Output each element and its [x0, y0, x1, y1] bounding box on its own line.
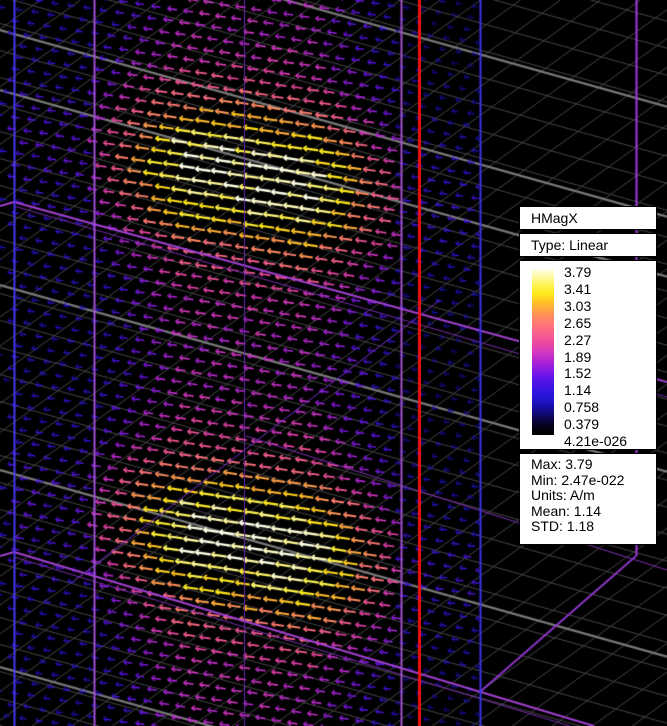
- scale-label: 2.65: [564, 315, 591, 331]
- legend-stat-row: STD: 1.18: [531, 519, 656, 535]
- scale-label: 0.758: [564, 399, 599, 415]
- scale-label: 0.379: [564, 416, 599, 432]
- legend-title-box[interactable]: HMagX: [519, 206, 657, 230]
- legend-stat-row: Mean: 1.14: [531, 504, 656, 520]
- color-scale-labels: 3.793.413.032.652.271.891.521.140.7580.3…: [564, 261, 654, 449]
- legend-stat-row: Min: 2.47e-022: [531, 473, 656, 489]
- scale-label: 1.89: [564, 349, 591, 365]
- legend-scale-type: Type: Linear: [531, 237, 608, 253]
- legend-stats-box[interactable]: Max: 3.79Min: 2.47e-022Units: A/mMean: 1…: [519, 453, 657, 545]
- legend-title: HMagX: [531, 210, 578, 226]
- 3d-model-viewport[interactable]: HMagX Type: Linear 3.793.413.032.652.271…: [0, 0, 667, 726]
- scale-label: 2.27: [564, 332, 591, 348]
- scale-label: 3.79: [564, 264, 591, 280]
- legend-type-box[interactable]: Type: Linear: [519, 233, 657, 257]
- scale-label: 1.14: [564, 382, 591, 398]
- legend-stat-row: Max: 3.79: [531, 457, 656, 473]
- field-legend[interactable]: HMagX Type: Linear 3.793.413.032.652.271…: [519, 206, 657, 545]
- scale-label: 1.52: [564, 365, 591, 381]
- legend-stat-row: Units: A/m: [531, 488, 656, 504]
- scale-label: 3.03: [564, 298, 591, 314]
- scale-label: 4.21e-026: [564, 433, 627, 449]
- scale-label: 3.41: [564, 281, 591, 297]
- legend-color-scale-box[interactable]: 3.793.413.032.652.271.891.521.140.7580.3…: [519, 260, 657, 450]
- color-scale-bar: [532, 269, 554, 435]
